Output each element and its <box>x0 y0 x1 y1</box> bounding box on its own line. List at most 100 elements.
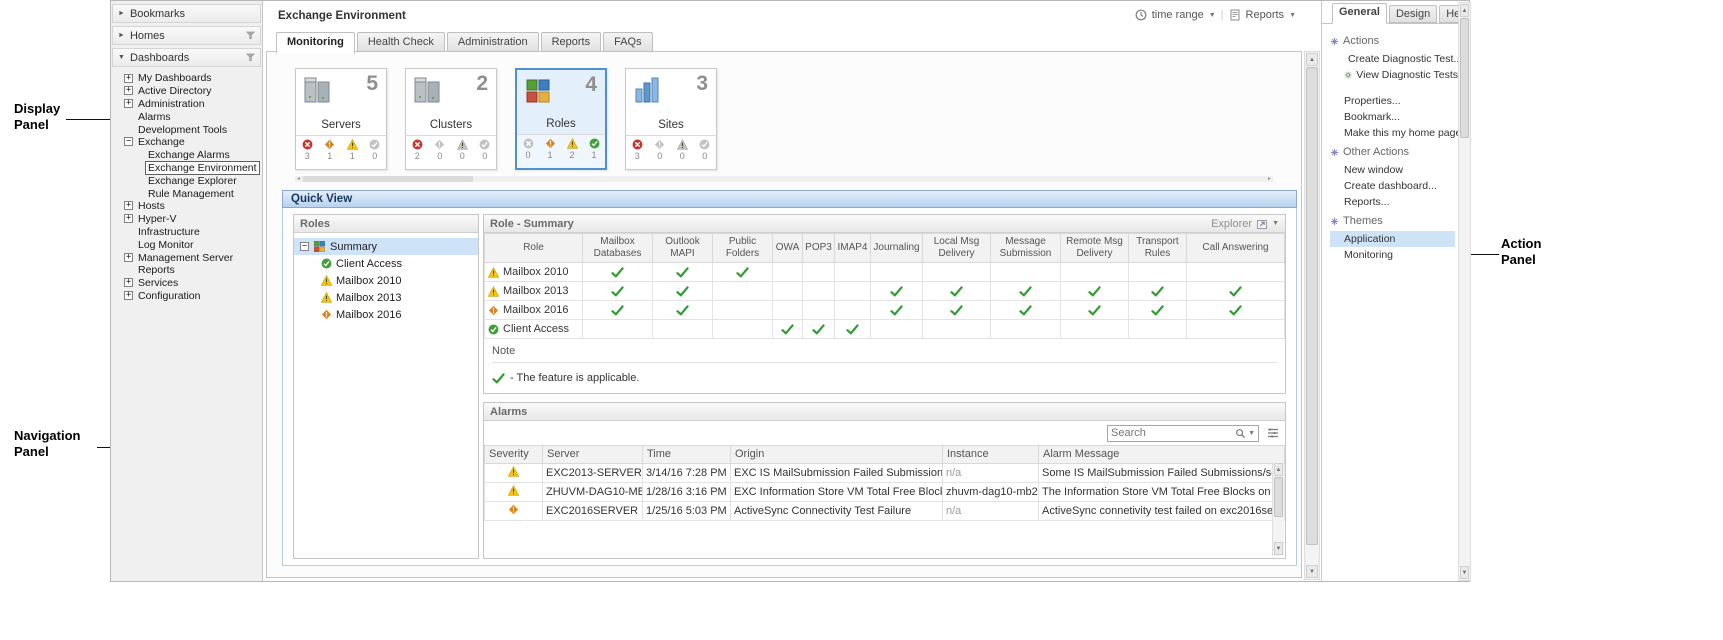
chevron-right-icon[interactable]: ► <box>118 32 125 39</box>
status-fatal[interactable]: 2 <box>406 136 429 169</box>
alarm-row-zhuvm-dag10-mb2[interactable]: ZHUVM-DAG10-MB2 1/28/16 3:16 PM EXC Info… <box>485 483 1285 502</box>
summary-col-owa[interactable]: OWA <box>773 234 803 263</box>
roles-tree-item-summary[interactable]: −Summary <box>294 238 478 255</box>
tile-servers[interactable]: 5 Servers 3110 <box>295 68 387 170</box>
tile-clusters[interactable]: 2 Clusters 2000 <box>405 68 497 170</box>
tiles-horizontal-scrollbar[interactable]: ◄ ► <box>295 176 1273 182</box>
alarms-col-origin[interactable]: Origin <box>731 446 943 464</box>
action-make-this-my-home-page[interactable]: Make this my home page <box>1330 125 1458 141</box>
summary-col-public-folders[interactable]: Public Folders <box>713 234 773 263</box>
status-warning[interactable]: 2 <box>561 135 583 168</box>
action-reports[interactable]: Reports... <box>1330 194 1458 210</box>
alarms-col-severity[interactable]: Severity <box>485 446 543 464</box>
panel-tab-help[interactable]: Help <box>1439 5 1458 23</box>
tab-administration[interactable]: Administration <box>447 32 539 52</box>
nav-item-infrastructure[interactable]: Infrastructure <box>111 226 262 239</box>
scrollbar-thumb[interactable] <box>1460 18 1469 138</box>
tile-roles[interactable]: 4 Roles 0121 <box>515 68 607 170</box>
status-fatal[interactable]: 3 <box>626 136 649 169</box>
roles-tree-item-client-access[interactable]: Client Access <box>294 255 478 272</box>
nav-section-homes[interactable]: ► Homes <box>112 26 261 45</box>
nav-item-active-directory[interactable]: +Active Directory <box>111 85 262 98</box>
scroll-up-icon[interactable]: ▲ <box>1460 4 1469 17</box>
alarms-col-time[interactable]: Time <box>643 446 731 464</box>
nav-item-hyper-v[interactable]: +Hyper-V <box>111 213 262 226</box>
summary-col-local-msg-delivery[interactable]: Local Msg Delivery <box>923 234 991 263</box>
section-header-other-actions[interactable]: Other Actions <box>1330 146 1458 158</box>
action-create-dashboard[interactable]: Create dashboard... <box>1330 178 1458 194</box>
action-vertical-scrollbar[interactable]: ▲ ▼ <box>1458 2 1471 581</box>
roles-tree-item-mailbox-2016[interactable]: Mailbox 2016 <box>294 306 478 323</box>
expander-icon[interactable]: + <box>124 291 133 300</box>
summary-col-outlook-mapi[interactable]: Outlook MAPI <box>653 234 713 263</box>
expander-icon[interactable]: − <box>300 242 309 251</box>
nav-item-exchange-environment[interactable]: Exchange Environment <box>111 162 262 175</box>
summary-col-journaling[interactable]: Journaling <box>871 234 923 263</box>
status-normal[interactable]: 1 <box>583 135 605 168</box>
status-normal[interactable]: 0 <box>694 136 717 169</box>
chevron-down-icon[interactable]: ▼ <box>118 54 125 61</box>
expander-icon[interactable]: − <box>124 137 133 146</box>
nav-item-reports[interactable]: Reports <box>111 264 262 277</box>
nav-item-exchange-alarms[interactable]: Exchange Alarms <box>111 149 262 162</box>
expander-icon[interactable]: + <box>124 74 133 83</box>
tab-faqs[interactable]: FAQs <box>603 32 653 52</box>
scroll-right-icon[interactable]: ► <box>1266 176 1273 182</box>
status-warning[interactable]: 1 <box>341 136 364 169</box>
expander-icon[interactable]: + <box>124 86 133 95</box>
nav-item-log-monitor[interactable]: Log Monitor <box>111 238 262 251</box>
status-critical[interactable]: 1 <box>319 136 342 169</box>
chevron-down-icon[interactable]: ▼ <box>1289 12 1296 19</box>
expander-icon[interactable]: + <box>124 201 133 210</box>
scroll-down-icon[interactable]: ▼ <box>1274 542 1283 555</box>
nav-item-rule-management[interactable]: Rule Management <box>111 187 262 200</box>
scroll-left-icon[interactable]: ◄ <box>295 176 302 182</box>
status-warning[interactable]: 0 <box>451 136 474 169</box>
status-critical[interactable]: 0 <box>649 136 672 169</box>
summary-col-transport-rules[interactable]: Transport Rules <box>1129 234 1187 263</box>
nav-item-exchange-explorer[interactable]: Exchange Explorer <box>111 174 262 187</box>
time-range-icon[interactable] <box>1135 9 1147 21</box>
summary-col-imap4[interactable]: IMAP4 <box>835 234 871 263</box>
status-fatal[interactable]: 3 <box>296 136 319 169</box>
nav-item-services[interactable]: +Services <box>111 277 262 290</box>
alarms-col-server[interactable]: Server <box>543 446 643 464</box>
panel-tab-general[interactable]: General <box>1332 3 1387 24</box>
scroll-down-icon[interactable]: ▼ <box>1306 565 1318 578</box>
tab-health-check[interactable]: Health Check <box>357 32 445 52</box>
reports-menu[interactable]: Reports <box>1246 9 1285 21</box>
nav-item-hosts[interactable]: +Hosts <box>111 200 262 213</box>
action-create-diagnostic-test[interactable]: Create Diagnostic Test... <box>1330 51 1458 67</box>
status-critical[interactable]: 0 <box>429 136 452 169</box>
action-bookmark[interactable]: Bookmark... <box>1330 109 1458 125</box>
search-box[interactable]: ▼ <box>1107 425 1259 442</box>
explorer-icon[interactable] <box>1256 218 1268 230</box>
summary-row-mailbox-2013[interactable]: Mailbox 2013 <box>485 282 1285 301</box>
customizer-icon[interactable] <box>1267 427 1279 439</box>
status-fatal[interactable]: 0 <box>517 135 539 168</box>
nav-item-management-server[interactable]: +Management Server <box>111 251 262 264</box>
nav-item-administration[interactable]: +Administration <box>111 98 262 111</box>
scroll-up-icon[interactable]: ▲ <box>1306 53 1318 66</box>
alarms-col-instance[interactable]: Instance <box>943 446 1039 464</box>
nav-item-configuration[interactable]: +Configuration <box>111 290 262 303</box>
section-header-themes[interactable]: Themes <box>1330 215 1458 227</box>
chevron-right-icon[interactable]: ► <box>118 10 125 17</box>
summary-col-pop3[interactable]: POP3 <box>803 234 835 263</box>
filter-icon[interactable] <box>246 53 255 62</box>
chevron-down-icon[interactable]: ▼ <box>1209 12 1216 19</box>
alarm-row-exc2013-server[interactable]: EXC2013-SERVER 3/14/16 7:28 PM EXC IS Ma… <box>485 464 1285 483</box>
time-range-control[interactable]: time range <box>1152 9 1204 21</box>
nav-item-exchange[interactable]: −Exchange <box>111 136 262 149</box>
search-input[interactable] <box>1111 427 1233 439</box>
search-icon[interactable] <box>1235 428 1246 439</box>
expander-icon[interactable]: + <box>124 99 133 108</box>
chevron-down-icon[interactable]: ▼ <box>1272 220 1279 227</box>
summary-col-role[interactable]: Role <box>485 234 583 263</box>
roles-tree-item-mailbox-2010[interactable]: Mailbox 2010 <box>294 272 478 289</box>
action-monitoring[interactable]: Monitoring <box>1330 247 1458 263</box>
alarms-vertical-scrollbar[interactable]: ▲ ▼ <box>1272 462 1284 556</box>
status-warning[interactable]: 0 <box>671 136 694 169</box>
nav-item-my-dashboards[interactable]: +My Dashboards <box>111 72 262 85</box>
action-new-window[interactable]: New window <box>1330 162 1458 178</box>
